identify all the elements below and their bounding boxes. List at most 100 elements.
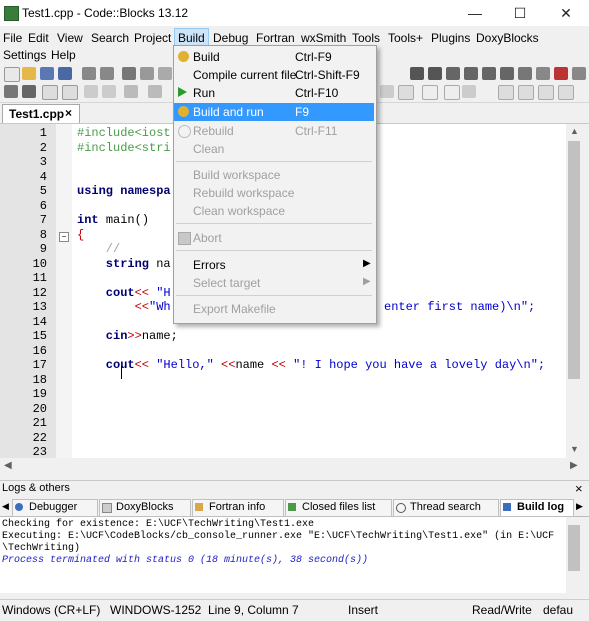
menu-item-clean-workspace[interactable]: Clean workspace bbox=[174, 202, 374, 220]
redo-icon[interactable] bbox=[100, 67, 114, 80]
toolbar-icon-c[interactable] bbox=[422, 85, 438, 100]
toolbar-icon-g[interactable] bbox=[518, 85, 534, 100]
line-number: 5 bbox=[39, 184, 47, 198]
code-line-2: #include<stri bbox=[77, 141, 171, 155]
fold-margin: − bbox=[56, 124, 72, 458]
menu-project[interactable]: Project bbox=[131, 29, 174, 47]
menu-edit[interactable]: Edit bbox=[25, 29, 52, 47]
toolbar-icon-d[interactable] bbox=[444, 85, 460, 100]
doxy-block-icon[interactable] bbox=[102, 85, 116, 98]
prev-bookmark-icon[interactable] bbox=[22, 85, 36, 98]
editor-scroll-thumb[interactable] bbox=[568, 141, 580, 379]
toolbar-icon-i[interactable] bbox=[558, 85, 574, 100]
save-icon[interactable] bbox=[40, 67, 54, 80]
next-instruction-icon[interactable] bbox=[500, 67, 514, 80]
menu-item-compile-current-file[interactable]: Compile current file Ctrl-Shift-F9 bbox=[174, 66, 374, 84]
scroll-left-icon[interactable]: ◀ bbox=[4, 460, 12, 471]
menu-item-select-target[interactable]: Select target ▶ bbox=[174, 274, 374, 292]
uncomment-icon[interactable] bbox=[62, 85, 78, 100]
menu-plugins[interactable]: Plugins bbox=[428, 29, 473, 47]
doxy-icon[interactable] bbox=[84, 85, 98, 98]
new-file-icon[interactable] bbox=[4, 67, 20, 82]
menu-item-abort[interactable]: Abort bbox=[174, 229, 374, 247]
code-line-15: cin>>name; bbox=[77, 329, 178, 343]
minimize-button[interactable]: — bbox=[452, 0, 498, 26]
tab-fortran-info[interactable]: Fortran info bbox=[192, 499, 284, 517]
undo-icon[interactable] bbox=[82, 67, 96, 80]
cut-icon[interactable] bbox=[122, 67, 136, 80]
log-line: Checking for existence: E:\UCF\TechWriti… bbox=[2, 519, 315, 530]
maximize-button[interactable]: ☐ bbox=[497, 0, 543, 26]
toolbar-icon-b[interactable] bbox=[398, 85, 414, 100]
toolbar-icon-e[interactable] bbox=[462, 85, 476, 98]
tab-build-log[interactable]: Build log bbox=[500, 499, 574, 517]
menu-item-clean[interactable]: Clean bbox=[174, 140, 374, 158]
toolbar-icon-h[interactable] bbox=[538, 85, 554, 100]
code-line-17: cout<< "Hello," <<name << "! I hope you … bbox=[77, 358, 546, 372]
menu-item-build-workspace[interactable]: Build workspace bbox=[174, 166, 374, 184]
scroll-up-icon[interactable]: ▲ bbox=[570, 126, 579, 136]
tabs-scroll-left-icon[interactable]: ◀ bbox=[2, 501, 9, 512]
menu-item-rebuild-workspace[interactable]: Rebuild workspace bbox=[174, 184, 374, 202]
menu-help[interactable]: Help bbox=[48, 46, 79, 64]
debug-continue-icon[interactable] bbox=[410, 67, 424, 80]
step-into-instruction-icon[interactable] bbox=[518, 67, 532, 80]
build-log-output[interactable]: Checking for existence: E:\UCF\TechWriti… bbox=[0, 517, 566, 593]
scroll-right-icon[interactable]: ▶ bbox=[570, 460, 578, 471]
build-log-icon bbox=[503, 503, 511, 511]
tab-thread-search[interactable]: Thread search bbox=[393, 499, 499, 517]
tab-closed-files-list[interactable]: Closed files list bbox=[285, 499, 392, 517]
fortran-info-icon bbox=[195, 503, 203, 511]
menu-doxyblocks[interactable]: DoxyBlocks bbox=[473, 29, 542, 47]
line-number: 17 bbox=[32, 358, 47, 372]
menu-view[interactable]: View bbox=[54, 29, 86, 47]
step-into-icon[interactable] bbox=[464, 67, 478, 80]
menu-item-build-and-run[interactable]: Build and run F9 bbox=[174, 103, 374, 121]
menu-item-export-makefile[interactable]: Export Makefile bbox=[174, 300, 374, 318]
step-out-icon[interactable] bbox=[482, 67, 496, 80]
editor-horizontal-scrollbar[interactable]: ◀ ▶ bbox=[0, 458, 582, 474]
stop-debugger-icon[interactable] bbox=[554, 67, 568, 80]
toolbar-icon-f[interactable] bbox=[498, 85, 514, 100]
tabs-scroll-right-icon[interactable]: ▶ bbox=[576, 501, 583, 512]
menu-file[interactable]: File bbox=[0, 29, 25, 47]
close-button[interactable]: ✕ bbox=[543, 0, 589, 26]
logs-close-icon[interactable]: × bbox=[575, 481, 583, 496]
save-all-icon[interactable] bbox=[58, 67, 72, 80]
tab-doxyblocks[interactable]: DoxyBlocks bbox=[99, 499, 191, 517]
line-number-gutter: 1 2 3 4 5 6 7 8 9 10 11 12 13 14 15 16 1… bbox=[0, 124, 56, 459]
open-folder-icon[interactable] bbox=[22, 67, 36, 80]
editor-tab-test1[interactable]: Test1.cpp × bbox=[2, 104, 80, 123]
line-number: 15 bbox=[32, 329, 47, 343]
paste-icon[interactable] bbox=[158, 67, 172, 80]
break-debugger-icon[interactable] bbox=[536, 67, 550, 80]
menu-item-errors[interactable]: Errors ▶ bbox=[174, 256, 374, 274]
menu-settings[interactable]: Settings bbox=[0, 46, 49, 64]
toolbar-icon-a[interactable] bbox=[380, 85, 394, 98]
line-number: 11 bbox=[32, 271, 47, 285]
log-scroll-thumb[interactable] bbox=[568, 525, 580, 571]
scroll-down-icon[interactable]: ▼ bbox=[570, 444, 579, 454]
tab-close-icon[interactable]: × bbox=[65, 106, 72, 120]
comment-icon[interactable] bbox=[42, 85, 58, 100]
fold-toggle-icon[interactable]: − bbox=[59, 232, 69, 242]
menu-item-rebuild[interactable]: Rebuild Ctrl-F11 bbox=[174, 122, 374, 140]
menu-search[interactable]: Search bbox=[88, 29, 132, 47]
wrench-icon[interactable] bbox=[124, 85, 138, 98]
menu-item-run[interactable]: Run Ctrl-F10 bbox=[174, 84, 374, 102]
logs-tab-strip: ◀ Debugger DoxyBlocks Fortran info Close… bbox=[0, 498, 589, 517]
build-menu-dropdown: Build Ctrl-F9 Compile current file Ctrl-Sh… bbox=[173, 45, 377, 324]
toggle-bookmark-icon[interactable] bbox=[4, 85, 18, 98]
tab-debugger[interactable]: Debugger bbox=[12, 499, 98, 517]
line-number: 7 bbox=[39, 213, 47, 227]
code-line-13-tail: enter first name)\n"; bbox=[384, 300, 536, 314]
log-vertical-scrollbar[interactable] bbox=[566, 517, 582, 593]
next-line-icon[interactable] bbox=[446, 67, 460, 80]
doxyblocks-icon bbox=[102, 503, 112, 513]
copy-icon[interactable] bbox=[140, 67, 154, 80]
run-to-cursor-icon[interactable] bbox=[428, 67, 442, 80]
menu-tools-plus[interactable]: Tools+ bbox=[385, 29, 426, 47]
jump-back-icon[interactable] bbox=[148, 85, 162, 98]
menu-item-build[interactable]: Build Ctrl-F9 bbox=[174, 48, 374, 66]
debug-windows-icon[interactable] bbox=[572, 67, 586, 80]
